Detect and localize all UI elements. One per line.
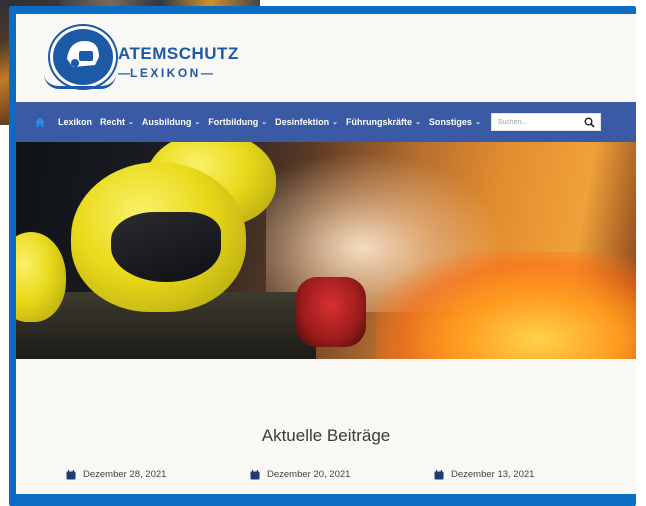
nav-item-desinfektion[interactable]: Desinfektion ⌄ (275, 117, 338, 127)
section-title: Aktuelle Beiträge (261, 426, 391, 446)
nav-item-ausbildung[interactable]: Ausbildung ⌄ (142, 117, 200, 127)
home-icon[interactable] (34, 115, 48, 129)
chevron-down-icon: ⌄ (261, 119, 268, 126)
calendar-icon (250, 469, 261, 480)
chevron-down-icon: ⌄ (194, 119, 201, 126)
calendar-icon (434, 469, 445, 480)
hero-image-firefighters (16, 142, 636, 359)
nav-item-label: Desinfektion (275, 117, 330, 127)
nav-item-label: Recht (100, 117, 126, 127)
post-date-text: Dezember 13, 2021 (451, 469, 535, 480)
nav-item-label: Führungskräfte (346, 117, 413, 127)
search-input[interactable] (491, 117, 580, 127)
nav-item-label: Ausbildung (141, 117, 192, 127)
nav-item-fortbildung[interactable]: Fortbildung ⌄ (208, 117, 267, 127)
post-date[interactable]: Dezember 13, 2021 (434, 469, 534, 480)
website: ATEMSCHUTZ LEXIKON Lexikon Recht⌄ Ausbil… (16, 14, 636, 494)
logo-subtitle: LEXIKON (118, 66, 213, 80)
nav-item-label: Fortbildung (208, 117, 259, 127)
nav-item-lexikon[interactable]: Lexikon (58, 117, 92, 127)
site-header: ATEMSCHUTZ LEXIKON (16, 14, 636, 102)
nav-item-recht[interactable]: Recht ⌄ (100, 117, 134, 127)
post-date[interactable]: Dezember 20, 2021 (250, 469, 350, 480)
chevron-down-icon: ⌄ (128, 119, 134, 126)
calendar-icon (66, 469, 77, 480)
logo-title: ATEMSCHUTZ (118, 44, 239, 63)
recent-posts: Dezember 28, 2021 Dezember 20, 2021 Deze… (16, 469, 636, 489)
search-box (490, 113, 601, 131)
chevron-down-icon: ⌄ (332, 119, 339, 126)
nav-item-fuehrungskraefte[interactable]: Führungskräfte ⌄ (346, 117, 421, 127)
post-date-text: Dezember 20, 2021 (267, 469, 351, 480)
nav-item-label: Lexikon (58, 117, 93, 127)
main-navigation: Lexikon Recht ⌄ Ausbildung ⌄ Fortbildung ⌄ … (16, 102, 636, 142)
site-logo[interactable]: ATEMSCHUTZ LEXIKON (44, 26, 238, 90)
chevron-down-icon: ⌄ (415, 119, 421, 126)
chevron-down-icon: ⌄ (474, 119, 481, 126)
logo-book-icon (44, 74, 116, 89)
nav-item-label: Sonstiges (428, 117, 472, 127)
post-date-text: Dezember 28, 2021 (83, 469, 167, 480)
nav-item-sonstiges[interactable]: Sonstiges ⌄ (429, 117, 481, 127)
search-icon[interactable] (583, 115, 597, 129)
post-date[interactable]: Dezember 28, 2021 (66, 469, 166, 480)
